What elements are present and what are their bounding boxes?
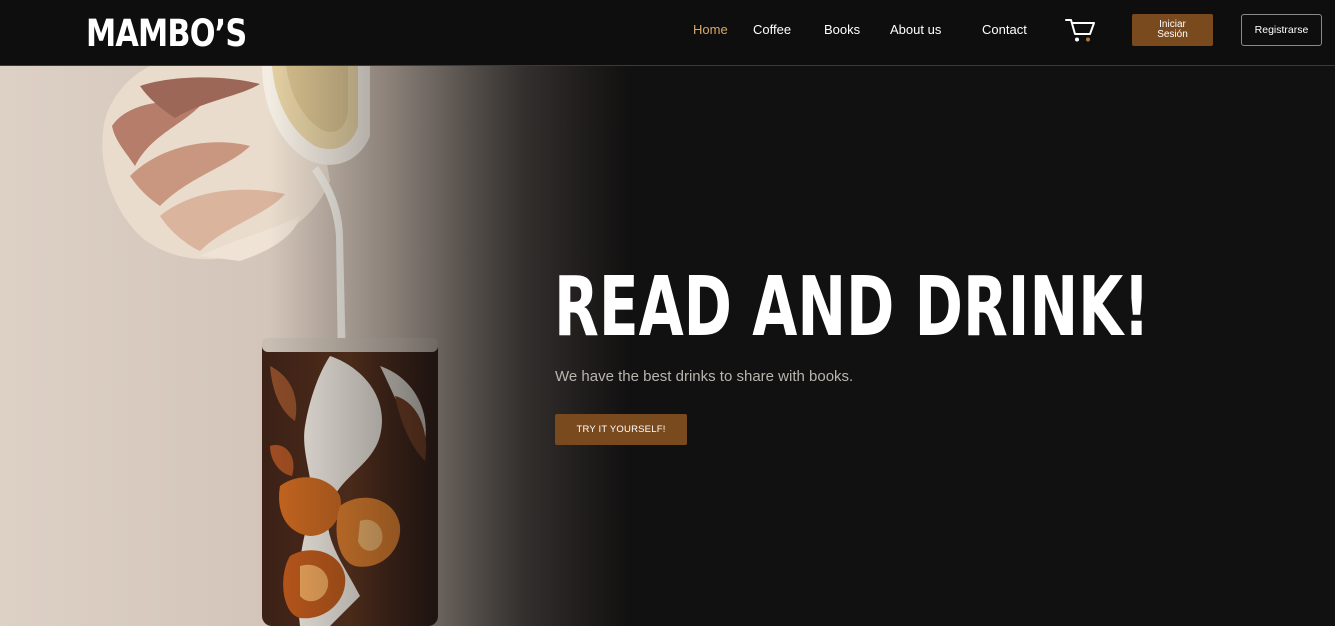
page: MAMBO’S Home Coffee Books About us Conta… <box>0 0 1335 626</box>
nav-item-coffee[interactable]: Coffee <box>753 22 791 38</box>
nav-item-home[interactable]: Home <box>693 22 728 38</box>
brand-logo[interactable]: MAMBO’S <box>86 12 247 56</box>
register-button[interactable]: Registrarse <box>1241 14 1322 46</box>
nav-item-about-us[interactable]: About us <box>890 22 941 38</box>
login-button[interactable]: Iniciar Sesión <box>1132 14 1213 46</box>
try-it-yourself-button[interactable]: TRY IT YOURSELF! <box>555 414 687 445</box>
navbar: MAMBO’S Home Coffee Books About us Conta… <box>0 0 1335 66</box>
shopping-cart-icon[interactable] <box>1064 16 1096 44</box>
nav-item-contact[interactable]: Contact <box>982 22 1027 38</box>
nav-item-books[interactable]: Books <box>824 22 860 38</box>
hero-illustration <box>0 66 640 626</box>
hero-headline: READ AND DRINK! <box>554 260 1150 355</box>
hero-subtitle: We have the best drinks to share with bo… <box>555 368 854 385</box>
